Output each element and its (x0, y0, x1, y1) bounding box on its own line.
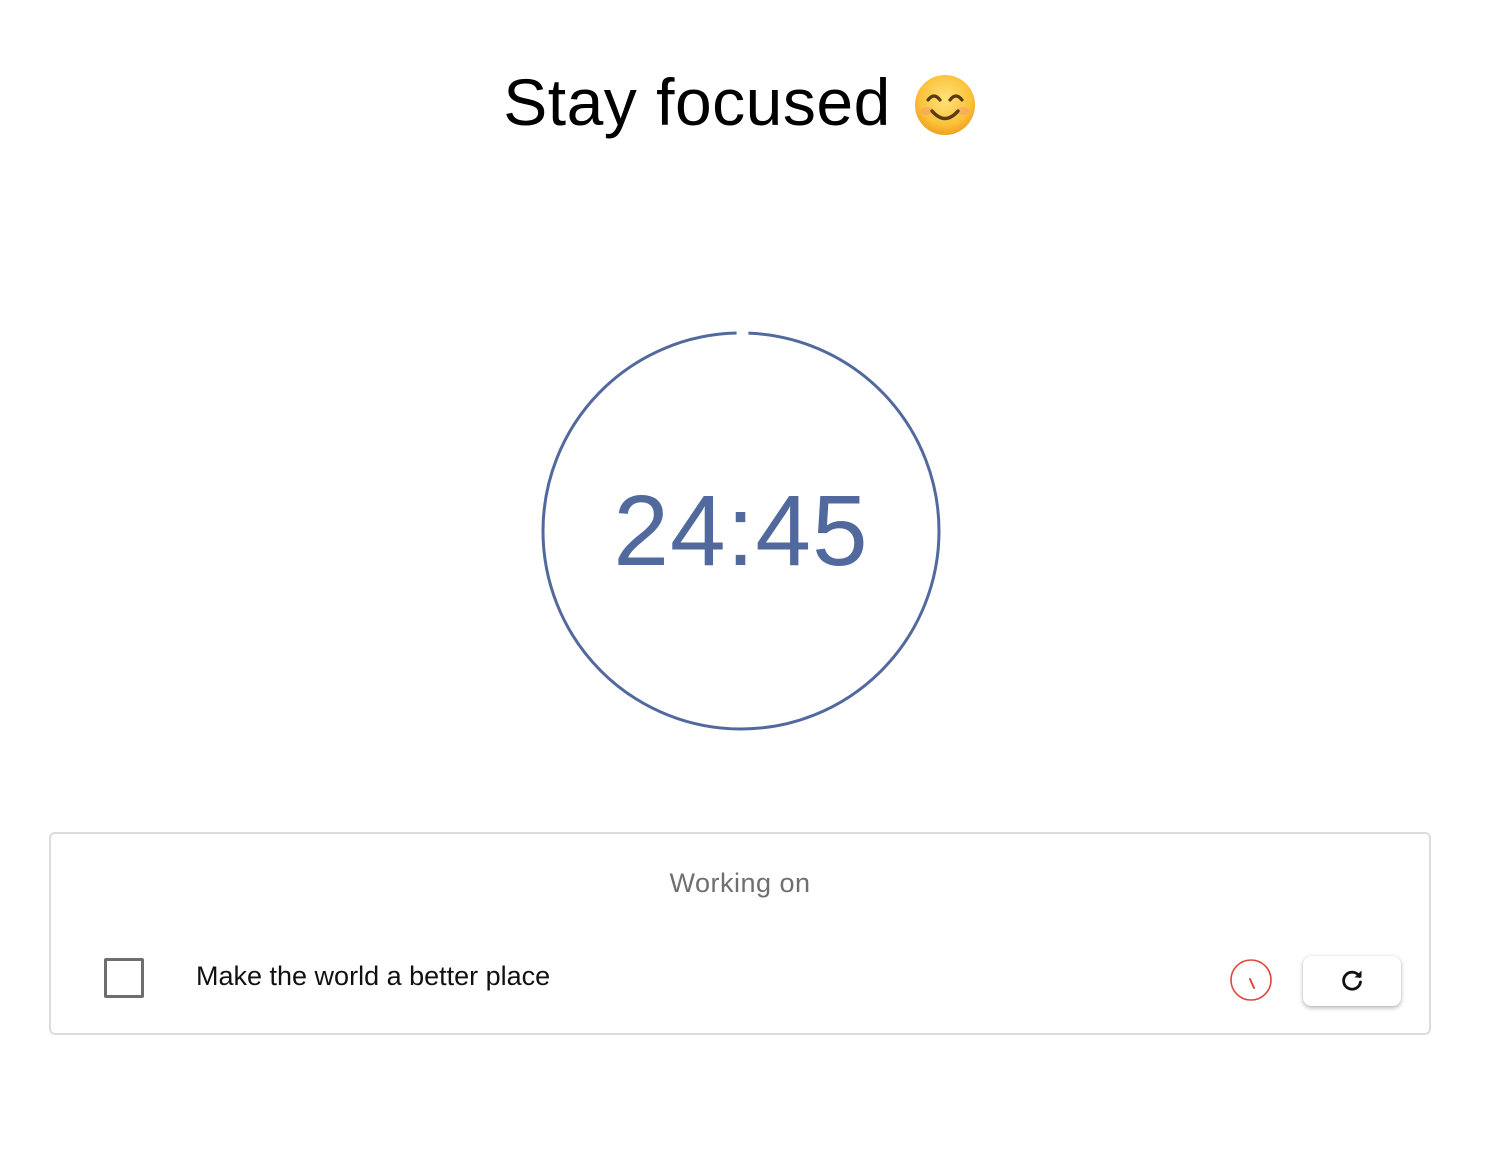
mini-timer-icon (1229, 958, 1273, 1002)
page-title-text: Stay focused (503, 65, 891, 139)
smiling-face-emoji-icon (913, 70, 977, 135)
task-label: Make the world a better place (196, 961, 551, 991)
card-title: Working on (669, 868, 811, 898)
page-title: Stay focused (0, 58, 1480, 146)
countdown-timer: 24:45 (540, 330, 942, 732)
refresh-icon (1339, 967, 1365, 996)
reset-button[interactable] (1303, 956, 1401, 1006)
task-checkbox[interactable] (104, 958, 144, 998)
timer-display: 24:45 (613, 474, 869, 587)
working-on-card: Working on Make the world a better place (49, 832, 1431, 1035)
